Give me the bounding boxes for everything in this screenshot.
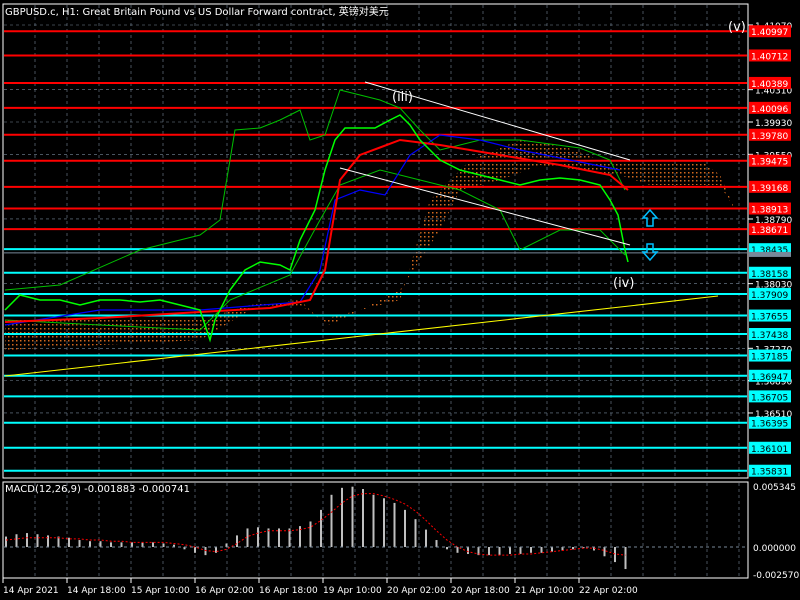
macd-bar xyxy=(467,547,469,554)
macd-bar xyxy=(309,521,312,547)
macd-label: MACD(12,26,9) -0.001883 -0.000741 xyxy=(5,484,190,495)
time-label: 14 Apr 18:00 xyxy=(67,586,126,596)
macd-axis-label: 0.000000 xyxy=(753,544,796,554)
macd-bar xyxy=(257,527,259,547)
price-levels xyxy=(4,30,747,472)
macd-bar xyxy=(393,502,396,547)
time-label: 15 Apr 10:00 xyxy=(131,586,190,596)
resistance-level-label: 1.40096 xyxy=(751,105,788,115)
macd-bar xyxy=(551,547,553,552)
resistance-level-label: 1.39475 xyxy=(751,158,788,168)
support-level-label: 1.35831 xyxy=(751,468,788,478)
time-label: 20 Apr 02:00 xyxy=(387,586,446,596)
macd-bar xyxy=(26,533,28,547)
cloud-area xyxy=(5,140,735,350)
macd-bar xyxy=(89,541,91,547)
macd-bar xyxy=(456,547,459,553)
wave-label: (iii) xyxy=(392,90,413,105)
time-label: 14 Apr 2021 xyxy=(3,586,59,596)
support-level-label: 1.37655 xyxy=(751,313,788,323)
resistance-level-label: 1.40712 xyxy=(751,52,788,62)
macd-bar xyxy=(225,543,228,547)
macd-bar xyxy=(603,547,606,557)
support-level-label: 1.37909 xyxy=(751,291,788,301)
macd-bar xyxy=(404,509,406,547)
macd-bar xyxy=(362,489,364,547)
macd-axis-label: -0.002570 xyxy=(753,571,799,581)
main-frame xyxy=(2,3,749,479)
support-level-label: 1.38158 xyxy=(751,270,788,280)
macd-bar xyxy=(614,547,616,563)
macd-bar xyxy=(120,542,123,547)
time-label: 19 Apr 10:00 xyxy=(323,586,382,596)
macd-bar xyxy=(624,547,627,570)
macd-bar xyxy=(435,540,438,547)
macd-axis-label: 0.005345 xyxy=(753,483,796,493)
macd-bar xyxy=(131,542,133,547)
macd-bar xyxy=(99,541,102,547)
price-chart[interactable]: (iii) (iv) (v) 1.410701.403101.399301.3955… xyxy=(0,0,800,600)
macd-bar xyxy=(530,547,532,553)
macd-bar xyxy=(414,519,417,547)
support-level-label: 1.37438 xyxy=(751,331,788,341)
resistance-level-label: 1.38671 xyxy=(751,226,788,236)
macd-bar xyxy=(509,547,511,554)
resistance-level-label: 1.39168 xyxy=(751,184,788,194)
macd-bar xyxy=(320,509,322,547)
indicator-overlays xyxy=(4,89,629,343)
macd-bar xyxy=(278,528,280,547)
price-axis: 1.410701.403101.399301.395501.387901.380… xyxy=(748,22,792,478)
macd-bar xyxy=(78,540,81,547)
macd-bar xyxy=(162,543,165,547)
macd-bar xyxy=(446,547,448,550)
macd-bar xyxy=(5,536,7,547)
axis-tick-label: 1.39930 xyxy=(755,119,792,129)
resistance-level-label: 1.40389 xyxy=(751,80,788,90)
macd-bar xyxy=(341,487,343,547)
current-price-label xyxy=(749,251,791,257)
macd-bar xyxy=(236,535,238,547)
macd-panel: 0.005345 0.000000 -0.002570 xyxy=(4,483,799,581)
time-label: 20 Apr 18:00 xyxy=(451,586,510,596)
macd-frame xyxy=(2,481,749,579)
macd-bar xyxy=(383,498,385,547)
macd-bar xyxy=(246,528,249,547)
macd-bar xyxy=(572,547,574,550)
macd-bar xyxy=(540,547,543,553)
macd-bar xyxy=(110,542,112,547)
macd-bar xyxy=(372,494,375,547)
macd-bar xyxy=(488,547,490,556)
macd-bar xyxy=(330,494,333,547)
support-level-label: 1.36705 xyxy=(751,393,788,403)
macd-bar xyxy=(36,534,39,547)
support-level-label: 1.36101 xyxy=(751,445,788,455)
resistance-level-label: 1.38913 xyxy=(751,206,788,216)
time-label: 21 Apr 10:00 xyxy=(515,586,574,596)
support-level-label: 1.36947 xyxy=(751,373,788,383)
chart-title: GBPUSD.c, H1: Great Britain Pound vs US … xyxy=(5,7,389,18)
resistance-level-label: 1.39780 xyxy=(751,132,788,142)
time-label: 16 Apr 18:00 xyxy=(259,586,318,596)
macd-bar xyxy=(519,547,522,554)
macd-bar xyxy=(498,547,501,556)
bollinger-upper xyxy=(4,89,626,291)
ichimoku-cloud xyxy=(5,140,735,350)
time-label: 16 Apr 02:00 xyxy=(195,586,254,596)
macd-bar xyxy=(425,529,427,547)
support-level-label: 1.36395 xyxy=(751,420,788,430)
macd-bar xyxy=(68,537,70,547)
macd-bar xyxy=(141,542,144,547)
resistance-level-label: 1.40997 xyxy=(751,28,788,38)
wave-label: (iv) xyxy=(613,276,634,291)
macd-bar xyxy=(15,534,18,547)
macd-bar xyxy=(47,535,49,547)
macd-bar xyxy=(152,542,154,547)
time-label: 22 Apr 02:00 xyxy=(579,586,638,596)
macd-bar xyxy=(194,547,196,553)
up-arrow-icon xyxy=(641,208,659,227)
support-level-label: 1.37185 xyxy=(751,353,788,363)
down-arrow-icon xyxy=(641,243,659,262)
time-axis: 14 Apr 2021 14 Apr 18:00 15 Apr 10:00 16 Ap… xyxy=(2,578,638,596)
wave-label: (v) xyxy=(728,20,746,35)
